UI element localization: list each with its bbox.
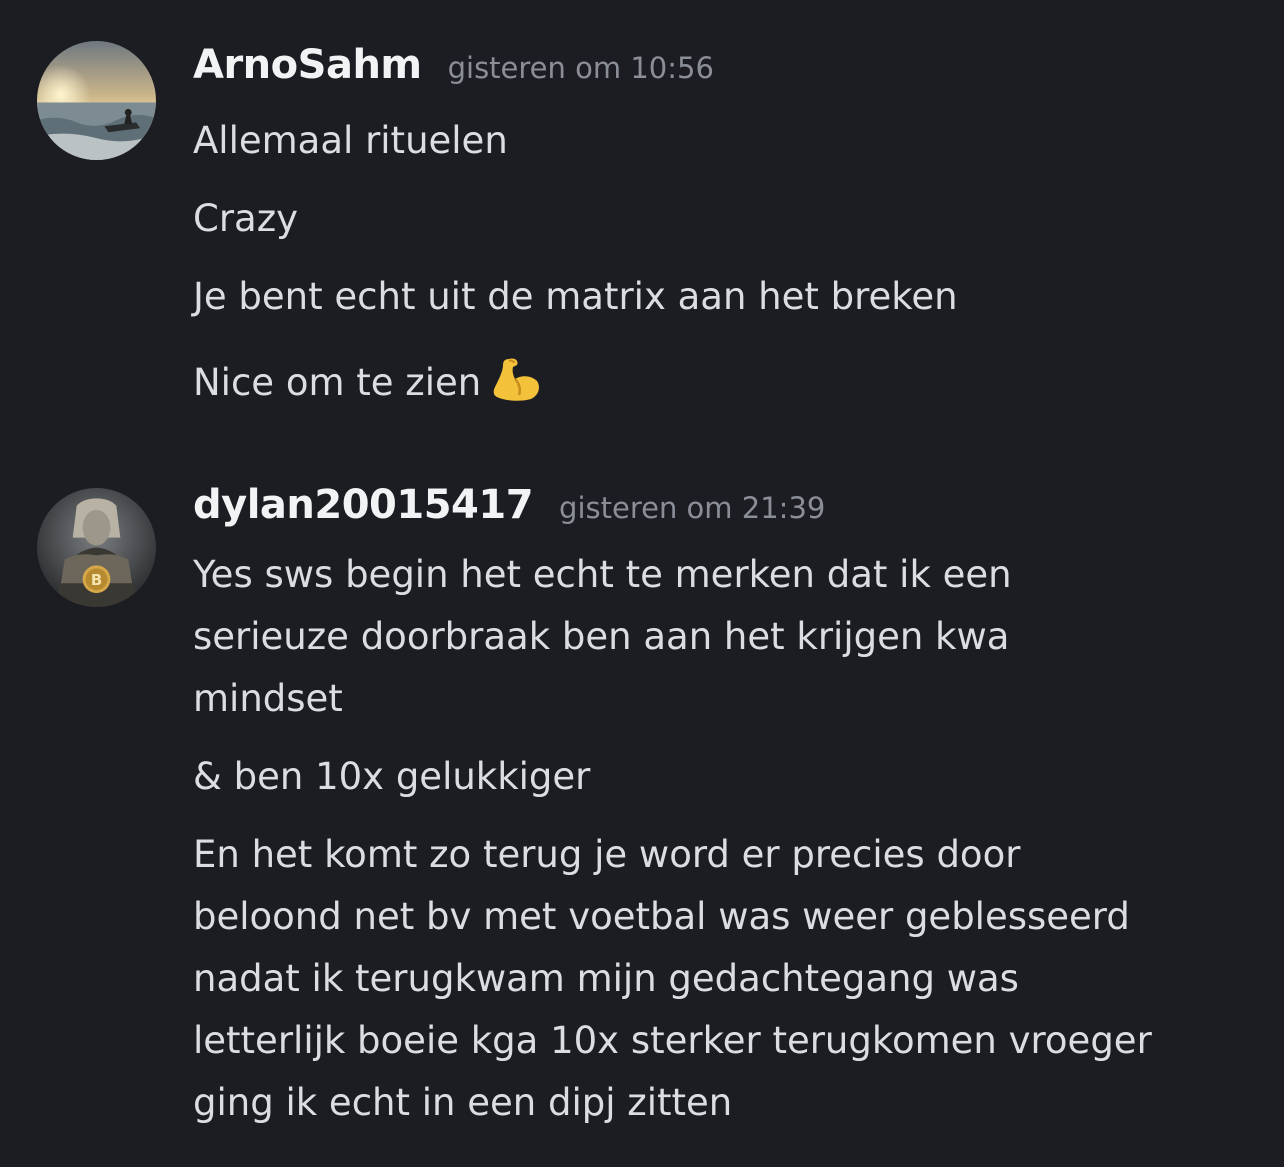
seascape-jetski-avatar [37,41,156,160]
svg-text:B: B [91,571,102,589]
message-paragraph: & ben 10x gelukkiger [193,746,1263,808]
avatar[interactable]: B [37,488,156,607]
timestamp: gisteren om 10:56 [447,51,714,85]
message-text: Yes sws begin het echt te merken dat ik … [193,553,1012,596]
username[interactable]: dylan20015417 [193,482,534,528]
message-text-row: Nice om te zien [193,352,1263,414]
message-text: ging ik echt in een dipj zitten [193,1081,733,1124]
message-text: Allemaal rituelen [193,119,508,162]
message-text: Je bent echt uit de matrix aan het breke… [193,275,958,318]
flexed-biceps-icon [491,357,541,401]
message-header: dylan20015417 gisteren om 21:39 [193,482,1263,544]
timestamp: gisteren om 21:39 [559,491,826,525]
message-content: ArnoSahm gisteren om 10:56 Allemaal ritu… [193,42,1263,414]
message-text: nadat ik terugkwam mijn gedachtegang was [193,957,1019,1000]
message-paragraph: Yes sws begin het echt te merken dat ik … [193,544,1263,730]
message-text: En het komt zo terug je word er precies … [193,833,1021,876]
avatar[interactable] [37,41,156,160]
message-header: ArnoSahm gisteren om 10:56 [193,42,1263,104]
message-text: Nice om te zien [193,361,482,404]
chat-message-list: ArnoSahm gisteren om 10:56 Allemaal ritu… [0,0,1284,1167]
message-content: dylan20015417 gisteren om 21:39 Yes sws … [193,482,1263,1134]
armored-figure-bitcoin-avatar: B [37,488,156,607]
message-text: Crazy [193,197,299,240]
message-paragraph: En het komt zo terug je word er precies … [193,824,1263,1134]
message-text: letterlijk boeie kga 10x sterker terugko… [193,1019,1152,1062]
message-text: serieuze doorbraak ben aan het krijgen k… [193,615,1010,658]
message-text: & ben 10x gelukkiger [193,755,591,798]
message-text: beloond net bv met voetbal was weer gebl… [193,895,1130,938]
message-text: mindset [193,677,343,720]
username[interactable]: ArnoSahm [193,42,422,88]
